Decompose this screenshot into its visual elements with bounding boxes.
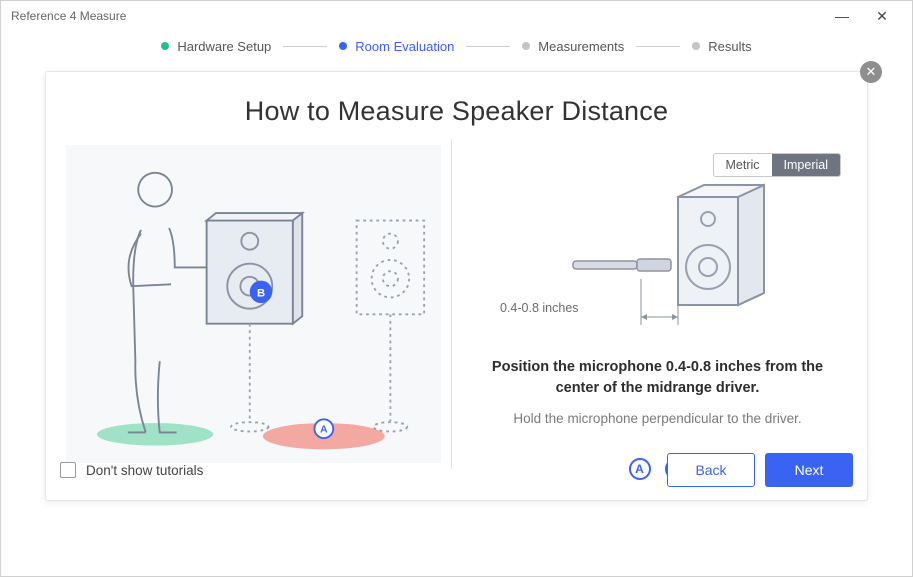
panel-footer: Don't show tutorials Back Next bbox=[46, 440, 867, 500]
step-measurements[interactable]: Measurements bbox=[522, 39, 624, 54]
dont-show-tutorials-checkbox[interactable]: Don't show tutorials bbox=[60, 462, 203, 478]
back-button[interactable]: Back bbox=[667, 453, 755, 487]
unit-imperial-button[interactable]: Imperial bbox=[772, 154, 840, 176]
step-dot-active-icon bbox=[339, 42, 347, 50]
tutorial-panel: How to Measure Speaker Distance bbox=[45, 71, 868, 501]
instruction-primary: Position the microphone 0.4-0.8 inches f… bbox=[470, 357, 845, 399]
instruction-secondary: Hold the microphone perpendicular to the… bbox=[470, 411, 845, 426]
person-speakers-illustration: B A bbox=[66, 145, 441, 463]
close-panel-button[interactable]: ✕ bbox=[860, 61, 882, 83]
step-divider bbox=[466, 46, 510, 47]
close-window-button[interactable]: ✕ bbox=[862, 8, 902, 25]
dont-show-label: Don't show tutorials bbox=[86, 463, 203, 478]
window-title: Reference 4 Measure bbox=[11, 9, 126, 23]
step-dot-pending-icon bbox=[522, 42, 530, 50]
step-results[interactable]: Results bbox=[692, 39, 751, 54]
step-room-evaluation[interactable]: Room Evaluation bbox=[339, 39, 454, 54]
wizard-stepper: Hardware Setup Room Evaluation Measureme… bbox=[1, 31, 912, 61]
minimize-button[interactable]: — bbox=[822, 8, 862, 24]
badge-b-label: B bbox=[257, 288, 265, 300]
checkbox-icon bbox=[60, 462, 76, 478]
step-label: Room Evaluation bbox=[355, 39, 454, 54]
step-divider bbox=[283, 46, 327, 47]
unit-toggle: Metric Imperial bbox=[713, 153, 842, 177]
step-label: Results bbox=[708, 39, 751, 54]
tutorial-heading: How to Measure Speaker Distance bbox=[46, 96, 867, 127]
step-label: Hardware Setup bbox=[177, 39, 271, 54]
step-label: Measurements bbox=[538, 39, 624, 54]
dimension-caption: 0.4-0.8 inches bbox=[500, 301, 579, 315]
next-button[interactable]: Next bbox=[765, 453, 853, 487]
spot-a-label: A bbox=[320, 424, 328, 435]
step-divider bbox=[636, 46, 680, 47]
step-dot-pending-icon bbox=[692, 42, 700, 50]
unit-metric-button[interactable]: Metric bbox=[714, 154, 772, 176]
step-dot-done-icon bbox=[161, 42, 169, 50]
window-titlebar: Reference 4 Measure — ✕ bbox=[1, 1, 912, 31]
step-hardware-setup[interactable]: Hardware Setup bbox=[161, 39, 271, 54]
illustration-right: Metric Imperial bbox=[452, 139, 867, 469]
illustration-left: B A bbox=[56, 139, 452, 469]
